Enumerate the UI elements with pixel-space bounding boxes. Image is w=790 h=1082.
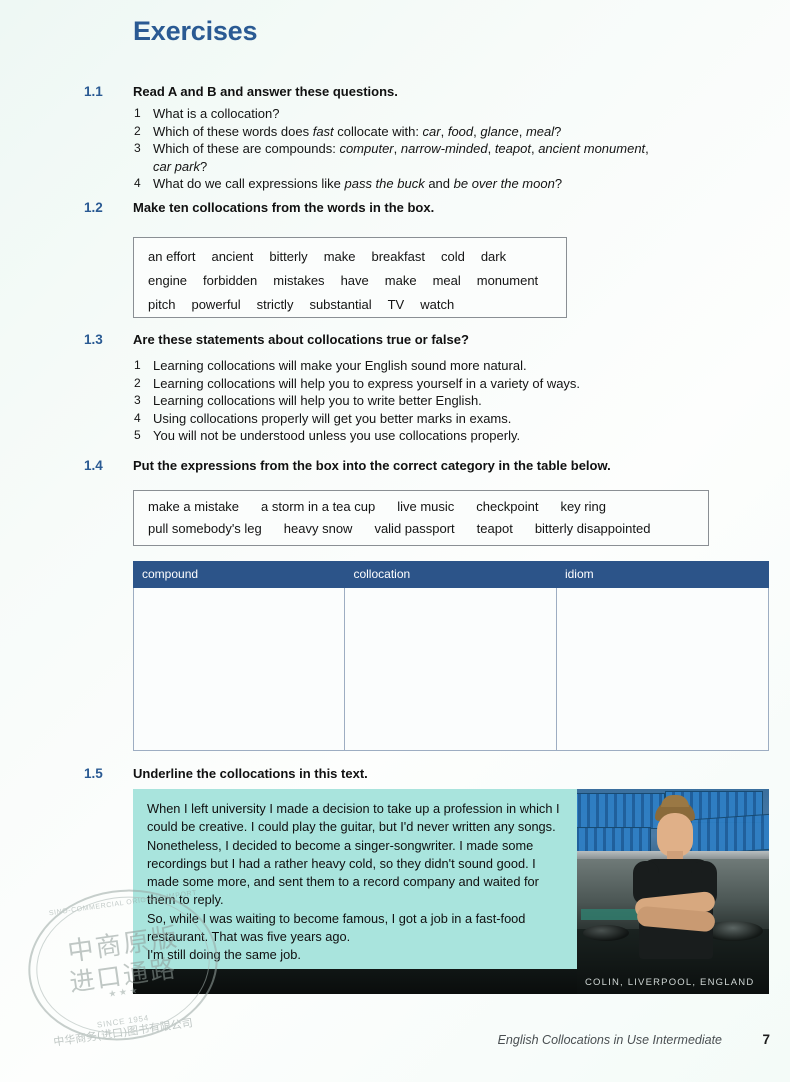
expression-bank-row: make a mistake a storm in a tea cup live m… xyxy=(148,496,694,518)
page-footer: English Collocations in Use Intermediate… xyxy=(133,1032,770,1047)
exercise-number-1-1: 1.1 xyxy=(84,84,103,99)
pan-icon xyxy=(583,925,629,941)
story-paragraph: I'm still doing the same job. xyxy=(147,947,301,963)
word-chip: make xyxy=(323,249,356,264)
exercise-1-5: 1.5 Underline the collocations in this t… xyxy=(84,766,744,782)
expression-chip: a storm in a tea cup xyxy=(261,499,376,514)
exercise-1-3: 1.3 Are these statements about collocati… xyxy=(84,332,744,445)
expression-chip: checkpoint xyxy=(476,499,539,514)
answer-cell-compound[interactable] xyxy=(132,587,346,751)
exercise-1-4: 1.4 Put the expressions from the box int… xyxy=(84,458,744,474)
word-chip: dark xyxy=(480,249,507,264)
exercise-instruction-1-3: Are these statements about collocations … xyxy=(133,332,469,347)
panel-dark-strip xyxy=(133,969,577,994)
textbook-page: Exercises 1.1 Read A and B and answer th… xyxy=(0,0,790,1082)
answer-cell-collocation[interactable] xyxy=(344,587,557,751)
category-table: compound collocation idiom xyxy=(132,561,770,751)
word-chip: TV xyxy=(387,297,405,312)
exercise-instruction-1-5: Underline the collocations in this text. xyxy=(133,766,368,781)
exercise-1-1: 1.1 Read A and B and answer these questi… xyxy=(84,84,744,193)
word-chip: strictly xyxy=(256,297,294,312)
word-chip: make xyxy=(384,273,417,288)
list-item: Learning collocations will help you to e… xyxy=(133,375,744,393)
story-panel-wrapper: When I left university I made a decision… xyxy=(133,789,769,994)
statement-text: Learning collocations will make your Eng… xyxy=(153,358,527,373)
table-row xyxy=(132,587,770,751)
expression-bank-row: pull somebody's leg heavy snow valid passp… xyxy=(148,518,694,540)
story-paragraph: So, while I was waiting to become famous… xyxy=(147,910,526,945)
statement-text: Learning collocations will help you to e… xyxy=(153,375,581,391)
list-item: Using collocations properly will get you… xyxy=(133,410,744,428)
exercise-number-1-5: 1.5 xyxy=(84,766,103,781)
list-item: Which of these are compounds: computer, … xyxy=(134,140,649,174)
word-chip: ancient xyxy=(211,249,254,264)
column-header-collocation: collocation xyxy=(344,561,557,588)
answer-cell-idiom[interactable] xyxy=(555,587,770,751)
expression-chip: key ring xyxy=(560,499,606,514)
story-text-panel: When I left university I made a decision… xyxy=(133,789,577,969)
exercise-instruction-1-4: Put the expressions from the box into th… xyxy=(133,458,611,473)
word-chip: have xyxy=(340,273,369,288)
word-chip: cold xyxy=(440,249,465,264)
exercise-number-1-2: 1.2 xyxy=(84,200,103,215)
word-bank-box: an effort ancient bitterly make breakfast col… xyxy=(133,237,567,318)
expression-chip: make a mistake xyxy=(148,499,240,514)
word-bank-row: engine forbidden mistakes have make meal monum… xyxy=(148,269,552,293)
exercise-number-1-3: 1.3 xyxy=(84,332,103,347)
list-item: Which of these words does fast collocate… xyxy=(134,123,562,140)
list-item: Learning collocations will help you to w… xyxy=(133,392,744,410)
expression-chip: teapot xyxy=(476,521,513,536)
person-figure xyxy=(625,795,729,994)
expression-chip: pull somebody's leg xyxy=(148,521,262,536)
photo-caption: COLIN, LIVERPOOL, ENGLAND xyxy=(585,977,755,988)
word-chip: breakfast xyxy=(371,249,425,264)
word-chip: watch xyxy=(420,297,455,312)
page-title: Exercises xyxy=(133,16,258,46)
exercise-number-1-4: 1.4 xyxy=(84,458,103,473)
statement-text: You will not be understood unless you us… xyxy=(153,428,521,443)
expression-chip: bitterly disappointed xyxy=(534,521,651,536)
expression-bank-box: make a mistake a storm in a tea cup live m… xyxy=(133,490,709,546)
word-bank-row: an effort ancient bitterly make breakfast col… xyxy=(148,245,552,269)
table-header-row: compound collocation idiom xyxy=(132,561,770,588)
exercise-1-2: 1.2 Make ten collocations from the words… xyxy=(84,200,744,216)
book-title: English Collocations in Use Intermediate xyxy=(497,1033,722,1047)
word-chip: monument xyxy=(476,273,539,288)
exercise-instruction-1-2: Make ten collocations from the words in … xyxy=(133,200,435,215)
statement-text: Using collocations properly will get you… xyxy=(153,410,512,426)
list-item: What do we call expressions like pass th… xyxy=(134,175,563,192)
word-chip: bitterly xyxy=(269,249,308,264)
word-chip: pitch xyxy=(148,297,176,312)
word-chip: mistakes xyxy=(273,273,325,288)
photo-scene xyxy=(577,789,769,994)
story-paragraph: When I left university I made a decision… xyxy=(147,801,560,908)
page-number: 7 xyxy=(762,1032,770,1047)
column-header-compound: compound xyxy=(132,561,346,588)
word-chip: powerful xyxy=(191,297,241,312)
list-item: What is a collocation? xyxy=(133,105,744,123)
statement-text: Learning collocations will help you to w… xyxy=(153,393,482,408)
expression-chip: heavy snow xyxy=(283,521,353,536)
column-header-idiom: idiom xyxy=(555,561,770,588)
word-chip: substantial xyxy=(309,297,372,312)
student-photo: COLIN, LIVERPOOL, ENGLAND xyxy=(577,789,769,994)
word-bank-row: pitch powerful strictly substantial TV watch xyxy=(148,293,552,317)
word-chip: forbidden xyxy=(203,273,258,288)
list-item: You will not be understood unless you us… xyxy=(133,427,744,445)
exercise-instruction-1-1: Read A and B and answer these questions. xyxy=(133,84,398,99)
word-chip: meal xyxy=(432,273,461,288)
statement-list-1-3: Learning collocations will make your Eng… xyxy=(133,357,744,445)
question-list-1-1: What is a collocation? Which of these wo… xyxy=(133,105,744,193)
expression-chip: valid passport xyxy=(374,521,455,536)
expression-chip: live music xyxy=(397,499,455,514)
list-item: Learning collocations will make your Eng… xyxy=(133,357,744,375)
word-chip: engine xyxy=(148,273,188,288)
word-chip: an effort xyxy=(148,249,196,264)
question-text: What is a collocation? xyxy=(153,106,280,121)
